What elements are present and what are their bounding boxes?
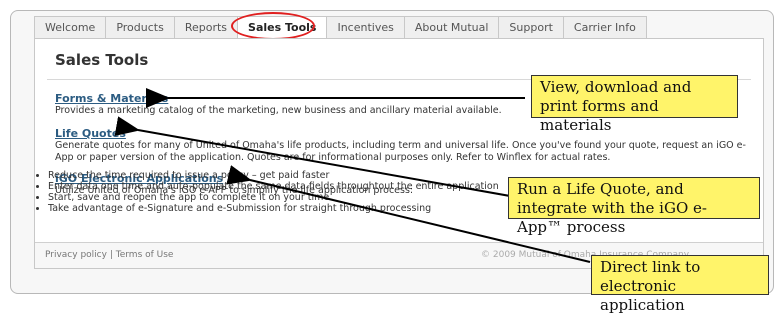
tab-sales-tools[interactable]: Sales Tools xyxy=(237,16,328,38)
callout-forms-materials: View, download and print forms and mater… xyxy=(531,75,738,134)
terms-of-use-link[interactable]: Terms of Use xyxy=(116,250,174,260)
footer-links: Privacy policy | Terms of Use xyxy=(45,243,173,267)
tab-reports[interactable]: Reports xyxy=(173,16,239,38)
life-quotes-link[interactable]: Life Quotes xyxy=(55,127,126,140)
privacy-policy-link[interactable]: Privacy policy xyxy=(45,250,107,260)
tab-carrier-info[interactable]: Carrier Info xyxy=(562,16,647,38)
tab-support[interactable]: Support xyxy=(498,16,564,38)
list-item: Take advantage of e-Signature and e-Subm… xyxy=(48,203,499,214)
tab-about-mutual[interactable]: About Mutual xyxy=(403,16,500,38)
callout-direct-link: Direct link to electronic application xyxy=(591,255,769,314)
list-item: Start, save and reopen the app to comple… xyxy=(48,192,499,203)
tab-welcome[interactable]: Welcome xyxy=(34,16,107,38)
tab-products[interactable]: Products xyxy=(105,16,175,38)
list-item: Enter data one time and auto-populate th… xyxy=(48,181,499,192)
igo-benefits-list: Reduce the time required to issue a poli… xyxy=(36,170,499,214)
forms-materials-link[interactable]: Forms & Materials xyxy=(55,92,168,105)
tab-incentives[interactable]: Incentives xyxy=(326,16,405,38)
list-item: Reduce the time required to issue a poli… xyxy=(48,170,499,181)
callout-life-quote: Run a Life Quote, and integrate with the… xyxy=(508,177,760,236)
tab-bar: Welcome Products Reports Sales Tools Inc… xyxy=(34,16,647,38)
content-panel: Sales Tools Forms & Materials Provides a… xyxy=(34,38,764,269)
page-title: Sales Tools xyxy=(55,51,149,69)
footer-separator: | xyxy=(109,250,113,260)
life-quotes-description: Generate quotes for many of United of Om… xyxy=(55,140,746,163)
